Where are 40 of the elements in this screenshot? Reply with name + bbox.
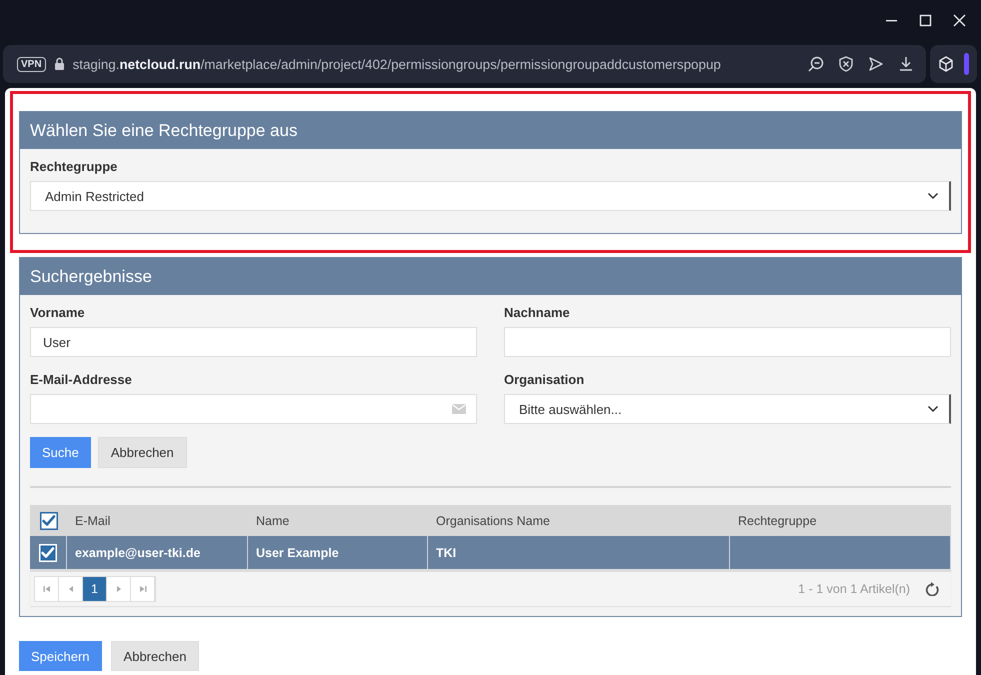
send-icon[interactable] [868,56,884,72]
field-label: Vorname [30,305,86,320]
download-icon[interactable] [898,56,914,72]
close-icon[interactable] [953,14,966,26]
text-input-field[interactable] [504,327,951,357]
field-label: Rechtegruppe [30,159,118,174]
cancel-button[interactable]: Abbrechen [98,437,187,468]
panel-title: Wählen Sie eine Rechtegruppe aus [20,112,961,149]
column-header[interactable]: Rechtegruppe [730,505,951,536]
envelope-icon [452,404,466,414]
table-cell: example@user-tki.de [67,536,248,569]
refresh-icon[interactable] [925,582,939,596]
chevron-down-icon [927,192,939,200]
page-button[interactable]: 1 [83,577,107,601]
select-dropdown[interactable]: Bitte auswählen... [504,394,951,424]
table-cell: TKI [428,536,730,569]
zoom-out-icon[interactable] [808,56,824,72]
maximize-icon[interactable] [919,14,932,26]
panel-title: Suchergebnisse [20,258,961,295]
cancel-button[interactable]: Abbrechen [110,641,200,671]
shield-icon[interactable] [838,56,854,72]
field-label: E-Mail-Addresse [30,372,133,387]
table-cell: User Example [248,536,428,569]
column-header[interactable]: E-Mail [67,505,248,536]
email-input-field[interactable] [30,394,477,424]
chevron-down-icon [927,405,939,413]
column-header[interactable]: Name [248,505,428,536]
text-input-field[interactable]: User [30,327,477,357]
vpn-badge[interactable]: VPN [17,56,46,72]
column-header[interactable]: Organisations Name [428,505,730,536]
field-label: Organisation [504,372,586,387]
select-dropdown[interactable]: Admin Restricted [30,181,951,211]
address-bar[interactable]: VPN staging.netcloud.run/marketplace/admin/project/402/permissiongroups/permissiongroupaddcustomerspopup [3,45,926,83]
sidebar-indicator [964,53,969,75]
lock-icon [54,57,65,71]
cube-icon[interactable] [938,56,954,72]
checkbox[interactable] [40,512,58,530]
pager-summary: 1 - 1 von 1 Artikel(n) [798,582,910,596]
url-text[interactable]: staging.netcloud.run/marketplace/admin/project/402/permissiongroups/permissiongroupaddcustomerspopup [72,56,800,72]
field-label: Nachname [504,305,571,320]
